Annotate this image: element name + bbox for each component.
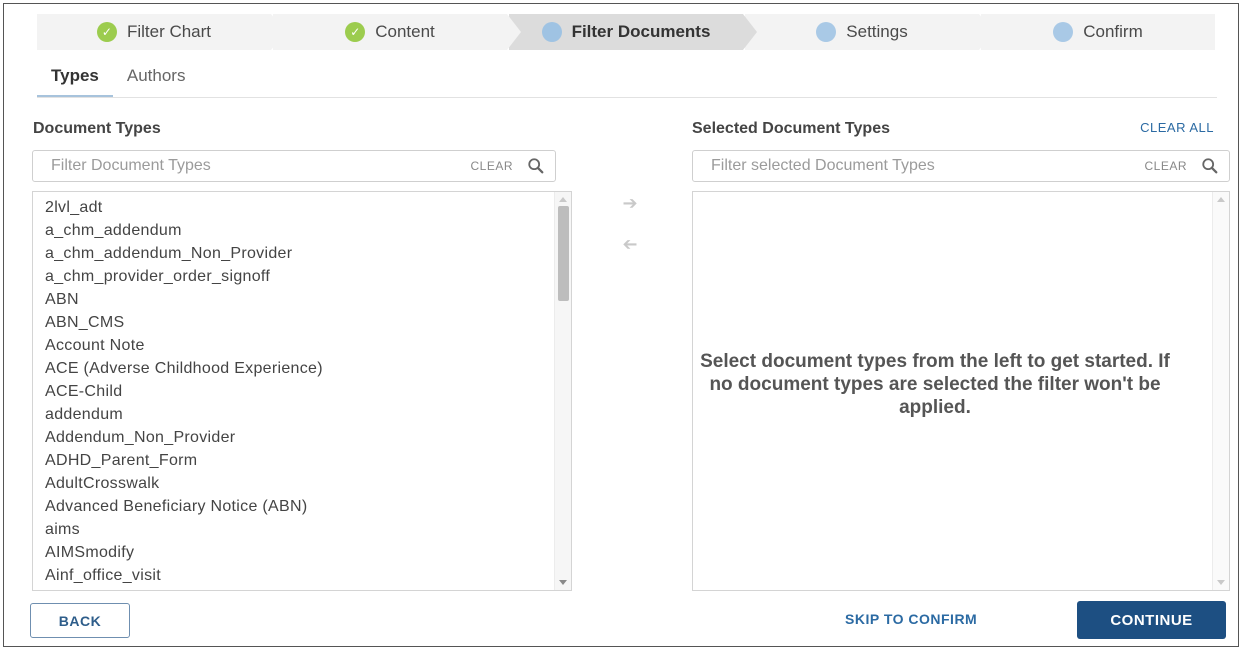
step-settings[interactable]: Settings: [745, 14, 993, 50]
continue-button[interactable]: CONTINUE: [1077, 601, 1226, 639]
check-icon: ✓: [96, 22, 117, 42]
list-item[interactable]: AIMSmodify: [45, 541, 551, 564]
list-item[interactable]: AdultCrosswalk: [45, 472, 551, 495]
step-label: Content: [375, 22, 435, 41]
step-filter-chart[interactable]: ✓ Filter Chart: [37, 14, 285, 50]
move-left-icon[interactable]: ➔: [617, 234, 643, 254]
clear-filter-button[interactable]: CLEAR: [1144, 159, 1187, 173]
list-item[interactable]: ACE-Child: [45, 380, 551, 403]
sub-tabs: Types Authors: [37, 62, 1217, 98]
list-item[interactable]: ACE (Adverse Childhood Experience): [45, 357, 551, 380]
scrollbar[interactable]: [554, 192, 571, 590]
filter-input[interactable]: Filter selected Document Types: [711, 157, 1136, 175]
list-item[interactable]: Advanced Beneficiary Notice (ABN): [45, 495, 551, 518]
scroll-down-icon[interactable]: [1217, 580, 1225, 585]
filter-input[interactable]: Filter Document Types: [51, 157, 462, 175]
list-item[interactable]: a_chm_provider_order_signoff: [45, 265, 551, 288]
document-types-list[interactable]: 2lvl_adt a_chm_addendum a_chm_addendum_Non…: [32, 191, 572, 591]
step-content[interactable]: ✓ Content: [273, 14, 521, 50]
list-item[interactable]: Addendum_Non_Provider: [45, 426, 551, 449]
scroll-down-icon[interactable]: [559, 580, 567, 585]
clear-all-button[interactable]: CLEAR ALL: [1140, 120, 1214, 135]
step-number-icon: [1053, 22, 1074, 42]
list-item[interactable]: Ainf_office_visit: [45, 564, 551, 587]
check-icon: ✓: [345, 22, 366, 42]
list-item[interactable]: Account Note: [45, 334, 551, 357]
clear-filter-button[interactable]: CLEAR: [470, 159, 513, 173]
step-label: Filter Documents: [571, 22, 711, 41]
move-right-icon[interactable]: ➔: [617, 193, 643, 213]
list-items: 2lvl_adt a_chm_addendum a_chm_addendum_Non…: [45, 196, 551, 587]
wizard-steps: ✓ Filter Chart ✓ Content Filter Document…: [37, 14, 1217, 50]
selected-types-filter[interactable]: Filter selected Document Types CLEAR: [692, 150, 1230, 182]
skip-to-confirm-button[interactable]: SKIP TO CONFIRM: [845, 611, 977, 627]
document-types-title: Document Types: [33, 120, 161, 137]
list-item[interactable]: addendum: [45, 403, 551, 426]
list-item[interactable]: aims: [45, 518, 551, 541]
list-item[interactable]: ADHD_Parent_Form: [45, 449, 551, 472]
document-types-filter[interactable]: Filter Document Types CLEAR: [32, 150, 556, 182]
step-number-icon: [816, 22, 837, 42]
tab-types[interactable]: Types: [37, 62, 113, 97]
selected-document-types-title: Selected Document Types: [692, 120, 890, 137]
step-label: Confirm: [1083, 22, 1143, 41]
scroll-thumb[interactable]: [558, 206, 569, 301]
search-icon[interactable]: [527, 157, 545, 175]
step-confirm[interactable]: Confirm: [981, 14, 1215, 50]
list-item[interactable]: ABN: [45, 288, 551, 311]
list-item[interactable]: ABN_CMS: [45, 311, 551, 334]
tab-authors[interactable]: Authors: [113, 62, 200, 97]
back-button[interactable]: BACK: [30, 603, 130, 638]
list-item[interactable]: a_chm_addendum_Non_Provider: [45, 242, 551, 265]
scroll-up-icon[interactable]: [1217, 197, 1225, 202]
step-filter-documents[interactable]: Filter Documents: [509, 14, 757, 50]
step-label: Filter Chart: [126, 22, 212, 41]
scrollbar[interactable]: [1212, 192, 1229, 590]
search-icon[interactable]: [1201, 157, 1219, 175]
step-label: Settings: [846, 22, 908, 41]
list-item[interactable]: a_chm_addendum: [45, 219, 551, 242]
scroll-up-icon[interactable]: [559, 197, 567, 202]
list-item[interactable]: 2lvl_adt: [45, 196, 551, 219]
step-number-icon: [541, 22, 562, 42]
empty-state-message: Select document types from the left to g…: [700, 351, 1170, 418]
